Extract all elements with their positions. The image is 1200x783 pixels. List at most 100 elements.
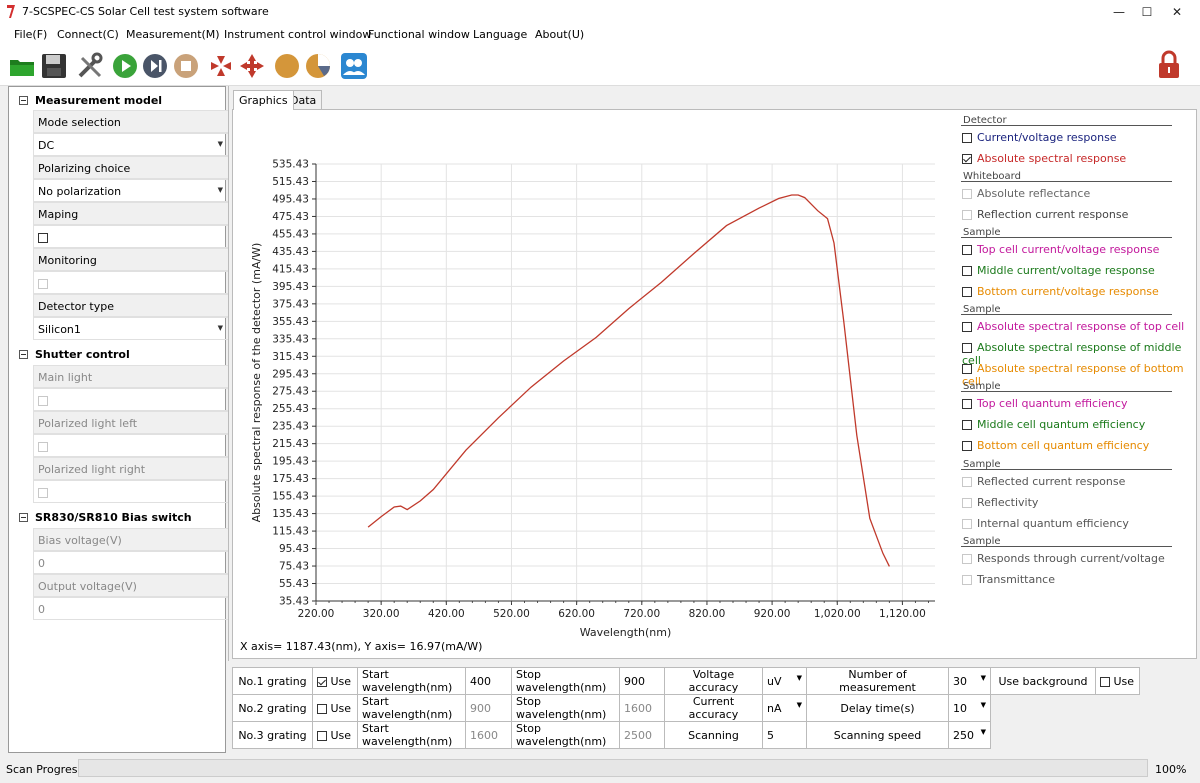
scanning-speed-select[interactable]: 250 ▼ bbox=[948, 721, 991, 749]
polarized-left-checkbox[interactable] bbox=[38, 442, 48, 452]
top-qe-option[interactable]: Top cell quantum efficiency bbox=[962, 397, 1127, 410]
collapse-icon[interactable] bbox=[19, 96, 28, 105]
menu-measurement[interactable]: Measurement(M) bbox=[126, 28, 220, 41]
y-tick-label: 415.43 bbox=[272, 263, 309, 275]
grating-2-use[interactable]: Use bbox=[312, 694, 358, 722]
x-tick-label: 420.00 bbox=[428, 608, 465, 620]
shutter-control-section[interactable]: Shutter control bbox=[19, 348, 130, 364]
y-tick-label: 535.43 bbox=[272, 159, 309, 171]
move-out-icon[interactable] bbox=[238, 52, 266, 80]
tab-graphics[interactable]: Graphics bbox=[233, 90, 294, 110]
start-wavelength-3-input[interactable]: 1600 bbox=[465, 721, 512, 749]
grating-3-checkbox[interactable] bbox=[317, 730, 327, 741]
menu-instrument-control[interactable]: Instrument control window bbox=[224, 28, 371, 41]
menu-about[interactable]: About(U) bbox=[535, 28, 584, 41]
scanning-input[interactable]: 5 bbox=[762, 721, 807, 749]
abs-refl-checkbox[interactable] bbox=[962, 189, 972, 199]
start-wavelength-2-input[interactable]: 900 bbox=[465, 694, 512, 722]
through-option[interactable]: Responds through current/voltage bbox=[962, 552, 1165, 565]
abs-spec-checkbox[interactable] bbox=[962, 154, 972, 164]
output-voltage-input[interactable]: 0 bbox=[33, 597, 229, 620]
menu-file[interactable]: File(F) bbox=[14, 28, 47, 41]
save-icon[interactable] bbox=[40, 52, 68, 80]
through-checkbox[interactable] bbox=[962, 554, 972, 564]
polarized-right-checkbox[interactable] bbox=[38, 488, 48, 498]
current-accuracy-select[interactable]: nA ▼ bbox=[762, 694, 807, 722]
circle-icon[interactable] bbox=[273, 52, 301, 80]
mid-qe-option[interactable]: Middle cell quantum efficiency bbox=[962, 418, 1145, 431]
mid-qe-checkbox[interactable] bbox=[962, 420, 972, 430]
transmittance-checkbox[interactable] bbox=[962, 575, 972, 585]
reflectivity-checkbox[interactable] bbox=[962, 498, 972, 508]
stop-wavelength-2-input[interactable]: 1600 bbox=[619, 694, 665, 722]
mid-cur-checkbox[interactable] bbox=[962, 266, 972, 276]
start-wavelength-1-input[interactable]: 400 bbox=[465, 667, 512, 695]
collapse-icon[interactable] bbox=[19, 513, 28, 522]
use-background-use[interactable]: Use bbox=[1095, 667, 1140, 695]
grating-2-checkbox[interactable] bbox=[317, 703, 327, 714]
refl-cur-option[interactable]: Reflection current response bbox=[962, 208, 1128, 221]
mid-cur-option[interactable]: Middle current/voltage response bbox=[962, 264, 1155, 277]
bias-switch-section[interactable]: SR830/SR810 Bias switch bbox=[19, 511, 192, 527]
lock-icon[interactable] bbox=[1156, 50, 1182, 80]
step-icon[interactable] bbox=[141, 52, 169, 80]
collapse-icon[interactable] bbox=[19, 350, 28, 359]
bot-cur-option[interactable]: Bottom current/voltage response bbox=[962, 285, 1159, 298]
move-in-icon[interactable] bbox=[207, 52, 235, 80]
iqe-checkbox[interactable] bbox=[962, 519, 972, 529]
grating-1-checkbox[interactable] bbox=[317, 676, 327, 687]
stop-wavelength-label: Stop wavelength(nm) bbox=[511, 721, 620, 749]
cur-volt-checkbox[interactable] bbox=[962, 133, 972, 143]
maximize-button[interactable]: ☐ bbox=[1132, 3, 1162, 21]
grating-1-use[interactable]: Use bbox=[312, 667, 358, 695]
menu-functional-window[interactable]: Functional window bbox=[368, 28, 470, 41]
users-icon[interactable] bbox=[340, 52, 368, 80]
detector-select[interactable]: Silicon1 ▼ bbox=[33, 317, 229, 340]
iqe-option[interactable]: Internal quantum efficiency bbox=[962, 517, 1129, 530]
monitoring-checkbox[interactable] bbox=[38, 279, 48, 289]
reflectivity-option[interactable]: Reflectivity bbox=[962, 496, 1038, 509]
close-button[interactable]: ✕ bbox=[1162, 3, 1192, 21]
stop-wavelength-1-input[interactable]: 900 bbox=[619, 667, 665, 695]
cur-volt-option[interactable]: Current/voltage response bbox=[962, 131, 1117, 144]
abs-refl-option[interactable]: Absolute reflectance bbox=[962, 187, 1090, 200]
maping-checkbox[interactable] bbox=[38, 233, 48, 243]
scan-progress-fill bbox=[79, 760, 1147, 776]
grating-3-use[interactable]: Use bbox=[312, 721, 358, 749]
mode-select[interactable]: DC ▼ bbox=[33, 133, 229, 156]
voltage-accuracy-select[interactable]: uV ▼ bbox=[762, 667, 807, 695]
open-folder-icon[interactable] bbox=[8, 52, 36, 80]
bot-qe-option[interactable]: Bottom cell quantum efficiency bbox=[962, 439, 1149, 452]
group-divider bbox=[961, 125, 1172, 126]
refl-cur-resp-option[interactable]: Reflected current response bbox=[962, 475, 1125, 488]
bias-voltage-input[interactable]: 0 bbox=[33, 551, 229, 574]
pie-icon[interactable] bbox=[304, 52, 332, 80]
abs-top-option[interactable]: Absolute spectral response of top cell bbox=[962, 320, 1184, 333]
abs-mid-checkbox[interactable] bbox=[962, 343, 972, 353]
main-light-checkbox[interactable] bbox=[38, 396, 48, 406]
minimize-button[interactable]: — bbox=[1104, 3, 1134, 21]
bot-qe-checkbox[interactable] bbox=[962, 441, 972, 451]
menu-connect[interactable]: Connect(C) bbox=[57, 28, 119, 41]
x-tick-label: 820.00 bbox=[689, 608, 726, 620]
abs-top-checkbox[interactable] bbox=[962, 322, 972, 332]
top-cur-option[interactable]: Top cell current/voltage response bbox=[962, 243, 1159, 256]
num-measurement-select[interactable]: 30 ▼ bbox=[948, 667, 991, 695]
transmittance-option[interactable]: Transmittance bbox=[962, 573, 1055, 586]
top-qe-checkbox[interactable] bbox=[962, 399, 972, 409]
abs-bot-checkbox[interactable] bbox=[962, 364, 972, 374]
delay-time-select[interactable]: 10 ▼ bbox=[948, 694, 991, 722]
play-icon[interactable] bbox=[111, 52, 139, 80]
stop-icon[interactable] bbox=[172, 52, 200, 80]
refl-cur-checkbox[interactable] bbox=[962, 210, 972, 220]
menu-language[interactable]: Language bbox=[473, 28, 527, 41]
refl-cur-resp-checkbox[interactable] bbox=[962, 477, 972, 487]
use-background-checkbox[interactable] bbox=[1100, 676, 1110, 687]
top-cur-checkbox[interactable] bbox=[962, 245, 972, 255]
polarizing-select[interactable]: No polarization ▼ bbox=[33, 179, 229, 202]
abs-spec-option[interactable]: Absolute spectral response bbox=[962, 152, 1126, 165]
bot-cur-checkbox[interactable] bbox=[962, 287, 972, 297]
measurement-model-section[interactable]: Measurement model bbox=[19, 94, 162, 110]
stop-wavelength-3-input[interactable]: 2500 bbox=[619, 721, 665, 749]
tools-icon[interactable] bbox=[76, 52, 104, 80]
